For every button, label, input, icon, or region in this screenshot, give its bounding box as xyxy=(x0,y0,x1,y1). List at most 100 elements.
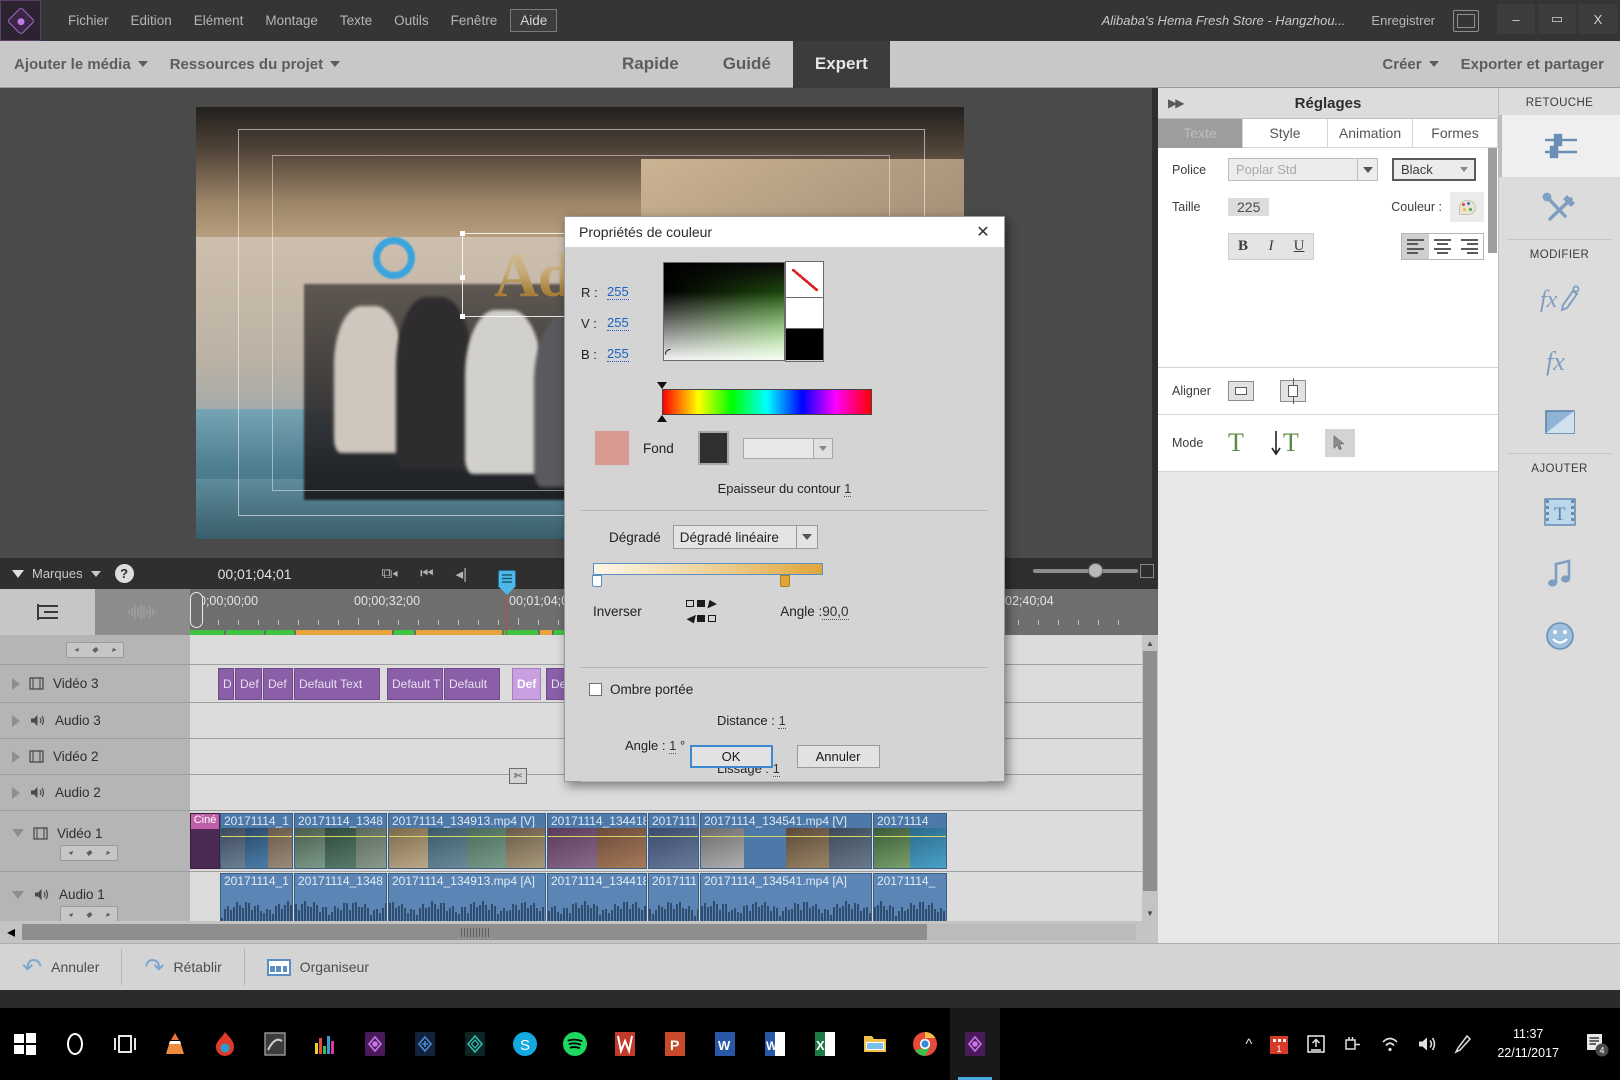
spotify-icon[interactable] xyxy=(550,1008,600,1080)
video-clip[interactable]: 20171114 xyxy=(873,813,947,869)
step-back-button[interactable]: ◂| xyxy=(456,565,467,583)
font-style-select[interactable]: Black xyxy=(1392,158,1476,181)
pen-icon[interactable] xyxy=(1454,1034,1472,1054)
playhead[interactable] xyxy=(498,570,516,911)
underline-button[interactable]: U xyxy=(1285,234,1313,259)
premiere-elements-active-icon[interactable] xyxy=(950,1008,1000,1080)
notification-icon[interactable]: 4 xyxy=(1584,1031,1610,1057)
font-family-select[interactable]: Poplar Std xyxy=(1228,158,1378,181)
chevron-up-icon[interactable]: ^ xyxy=(1245,1036,1252,1053)
fill-color-swatch[interactable] xyxy=(595,431,629,465)
vertical-text-tool-icon[interactable]: T xyxy=(1270,429,1299,457)
menu-texte[interactable]: Texte xyxy=(331,10,381,31)
horizontal-text-tool-icon[interactable]: T xyxy=(1228,430,1244,456)
scroll-left-icon[interactable]: ◂ xyxy=(0,922,22,942)
tab-formes[interactable]: Formes xyxy=(1413,119,1498,148)
gradient-stop-end[interactable] xyxy=(780,575,790,587)
black-swatch[interactable] xyxy=(786,329,823,360)
track-body-video1[interactable]: Ciné 20171114_1 20171114_1348 20171114_1… xyxy=(190,811,1158,871)
organizer-button[interactable]: Organiseur xyxy=(245,944,391,991)
scroll-up-icon[interactable]: ▲ xyxy=(1142,635,1158,651)
wifi-icon[interactable] xyxy=(1380,1035,1400,1053)
keyframe-nav[interactable]: ◂ ◆ ▸ xyxy=(60,844,118,861)
gradient-stop-start[interactable] xyxy=(592,575,602,587)
video-clip[interactable]: 20171114_1348 xyxy=(294,813,387,869)
powerpoint-icon[interactable]: P xyxy=(650,1008,700,1080)
premiere-elements-icon[interactable] xyxy=(350,1008,400,1080)
menu-montage[interactable]: Montage xyxy=(256,10,327,31)
stroke-width-value[interactable]: 1 xyxy=(844,481,852,497)
save-button[interactable]: Enregistrer xyxy=(1371,13,1435,28)
tab-expert[interactable]: Expert xyxy=(792,40,890,88)
tab-style[interactable]: Style xyxy=(1243,119,1328,148)
project-assets-button[interactable]: Ressources du projet xyxy=(170,56,341,73)
audio-clip[interactable]: 20171114_134418 xyxy=(547,873,647,923)
color-swatch-button[interactable] xyxy=(1450,192,1484,222)
stroke-color-swatch[interactable] xyxy=(697,431,729,465)
align-center-button[interactable] xyxy=(1429,234,1456,259)
cortana-search-icon[interactable] xyxy=(50,1008,100,1080)
export-share-button[interactable]: Exporter et partager xyxy=(1461,56,1604,73)
keyframe-nav[interactable]: ◂ ◆ ▸ xyxy=(66,641,124,658)
tab-guide[interactable]: Guidé xyxy=(701,44,793,84)
tab-texte[interactable]: Texte xyxy=(1158,119,1243,148)
text-clip[interactable]: Default xyxy=(444,668,500,700)
timeline-vertical-scrollbar[interactable]: ▲ ▼ xyxy=(1142,635,1158,921)
saturation-value-field[interactable] xyxy=(663,262,785,361)
music-icon[interactable] xyxy=(1499,543,1620,605)
menu-fichier[interactable]: Fichier xyxy=(59,10,118,31)
clock[interactable]: 11:37 22/11/2017 xyxy=(1489,1025,1567,1063)
size-input[interactable]: 225 xyxy=(1228,198,1270,216)
text-clip[interactable]: Def xyxy=(263,668,293,700)
track-header-video2[interactable]: Vidéo 2 xyxy=(0,739,190,774)
white-swatch[interactable] xyxy=(786,298,823,329)
zoom-knob[interactable] xyxy=(1088,563,1103,578)
b-value[interactable]: 255 xyxy=(607,346,629,362)
menu-element[interactable]: Elément xyxy=(185,10,253,31)
text-clip[interactable]: D xyxy=(218,668,234,700)
stroke-style-select[interactable] xyxy=(742,437,833,459)
gradient-editor[interactable] xyxy=(592,563,823,587)
selection-tool-icon[interactable] xyxy=(1324,429,1355,457)
cancel-button[interactable]: Annuler xyxy=(796,745,880,768)
tab-animation[interactable]: Animation xyxy=(1328,119,1413,148)
windows-start-icon[interactable] xyxy=(0,1008,50,1080)
bold-button[interactable]: B xyxy=(1229,234,1257,259)
gradient-preview[interactable] xyxy=(593,563,823,575)
scroll-thumb[interactable] xyxy=(22,924,927,940)
ok-button[interactable]: OK xyxy=(689,745,773,768)
track-header-video3[interactable]: Vidéo 3 xyxy=(0,665,190,702)
scroll-down-icon[interactable]: ▼ xyxy=(1142,905,1158,921)
expand-icon[interactable] xyxy=(12,786,20,799)
audio-clip[interactable]: 20171114_1348 xyxy=(294,873,387,923)
collapse-icon[interactable] xyxy=(12,829,24,837)
drop-shadow-row[interactable]: Ombre portée xyxy=(589,682,988,697)
audio-view-button[interactable] xyxy=(95,589,190,635)
gradient-type-select[interactable]: Dégradé linéaire xyxy=(672,525,818,549)
video-clip[interactable]: 20171114_1 xyxy=(220,813,293,869)
video-clip[interactable]: 2017111 xyxy=(648,813,699,869)
align-vertical-center-icon[interactable] xyxy=(1280,378,1306,404)
color-properties-dialog[interactable]: Propriétés de couleur ✕ R : 255 V : 255 … xyxy=(564,216,1005,782)
settings-scrollbar[interactable] xyxy=(1488,148,1497,488)
current-timecode[interactable]: 00;01;04;01 xyxy=(218,566,292,582)
word-icon[interactable]: W xyxy=(700,1008,750,1080)
align-left-button[interactable] xyxy=(1402,234,1429,259)
audio-mixer-icon[interactable] xyxy=(300,1008,350,1080)
audio-clip[interactable]: 20171114_1 xyxy=(220,873,293,923)
collapse-icon[interactable] xyxy=(12,890,24,899)
audio-clip[interactable]: 20171114_134541.mp4 [A] xyxy=(700,873,872,923)
split-clip-button[interactable]: ⧉◂ xyxy=(382,565,399,583)
undo-button[interactable]: ↶ Annuler xyxy=(0,944,121,991)
close-icon[interactable]: ✕ xyxy=(962,217,1004,248)
v-value[interactable]: 255 xyxy=(607,315,629,331)
keyframe-nav[interactable]: ◂ ◆ ▸ xyxy=(60,906,118,922)
menu-fenetre[interactable]: Fenêtre xyxy=(442,10,507,31)
transition-icon[interactable] xyxy=(1499,391,1620,453)
collapse-icon[interactable]: ▶▶ xyxy=(1168,96,1185,110)
task-view-icon[interactable] xyxy=(100,1008,150,1080)
redo-button[interactable]: ↷ Rétablir xyxy=(122,944,243,991)
file-explorer-icon[interactable] xyxy=(850,1008,900,1080)
elements-organizer-icon[interactable] xyxy=(450,1008,500,1080)
track-header-audio2[interactable]: Audio 2 xyxy=(0,775,190,810)
